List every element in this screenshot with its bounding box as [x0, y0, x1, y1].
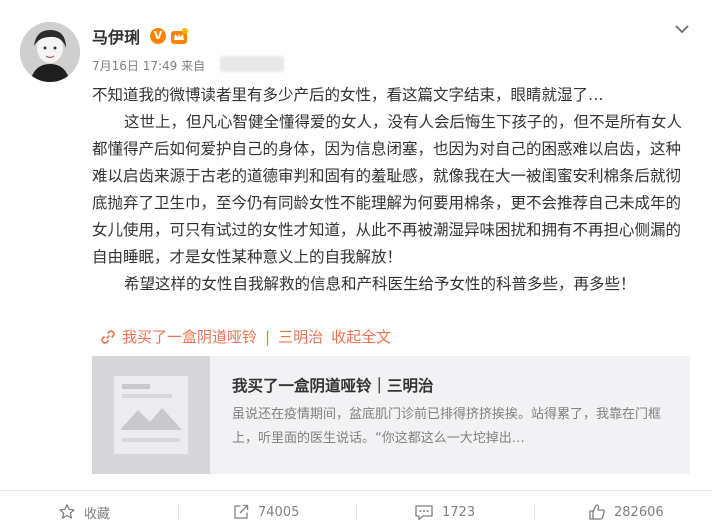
avatar[interactable] [20, 22, 80, 82]
link-separator: | [265, 327, 271, 346]
comment-count: 1723 [442, 504, 476, 520]
card-description: 虽说还在疫情期间，盆底肌门诊前已排得挤挤挨挨。站得累了，我靠在门框上，听里面的医… [232, 407, 662, 446]
article-thumbnail [92, 356, 210, 474]
article-card[interactable]: 我买了一盒阴道哑铃｜三明治 虽说还在疫情期间，盆底肌门诊前已排得挤挤挨挨。站得累… [92, 356, 690, 474]
paragraph-intro: 不知道我的微博读者里有多少产后的女性，看这篇文字结束，眼睛就湿了… [92, 86, 604, 104]
footer-separator [178, 503, 179, 521]
article-link[interactable]: 我买了一盒阴道哑铃 | 三明治 收起全文 [100, 326, 391, 347]
favorite-label: 收藏 [84, 506, 111, 522]
chevron-down-icon[interactable] [674, 22, 690, 36]
footer-separator [534, 503, 535, 521]
comment-icon [415, 505, 433, 521]
repost-icon [234, 504, 249, 519]
link-icon [101, 329, 115, 344]
like-button[interactable]: 282606 [588, 496, 664, 528]
like-icon [589, 504, 605, 520]
link-title[interactable]: 我买了一盒阴道哑铃 [122, 326, 257, 347]
like-count: 282606 [614, 504, 664, 520]
favorite-button[interactable]: 收藏 [58, 496, 110, 528]
footer-separator [356, 503, 357, 521]
article-thumbnail-icon [92, 356, 210, 474]
star-icon [59, 504, 75, 519]
paragraph-body: 这世上，但凡心智健全懂得爱的女人，没有人会后悔生下孩子的，但不是所有女人都懂得产… [92, 113, 683, 266]
post-content: 不知道我的微博读者里有多少产后的女性，看这篇文字结束，眼睛就湿了… 这世上，但凡… [92, 82, 682, 298]
paragraph-closing: 希望这样的女性自我解救的信息和产科医生给予女性的科普多些，再多些！ [124, 275, 636, 293]
link-author[interactable]: 三明治 [278, 326, 323, 347]
repost-button[interactable]: 74005 [232, 496, 299, 528]
collapse-button[interactable]: 收起全文 [331, 326, 391, 347]
footer-divider [0, 490, 712, 491]
repost-count: 74005 [258, 504, 300, 520]
card-title[interactable]: 我买了一盒阴道哑铃｜三明治 [232, 374, 434, 396]
post-meta: 7月16日 17:49 来自 [92, 59, 206, 73]
source-blurred [220, 56, 284, 72]
author-name[interactable]: 马伊琍 [92, 24, 140, 48]
comment-button[interactable]: 1723 [414, 496, 475, 528]
verified-icon: V [150, 28, 166, 44]
crown-icon [171, 28, 188, 44]
